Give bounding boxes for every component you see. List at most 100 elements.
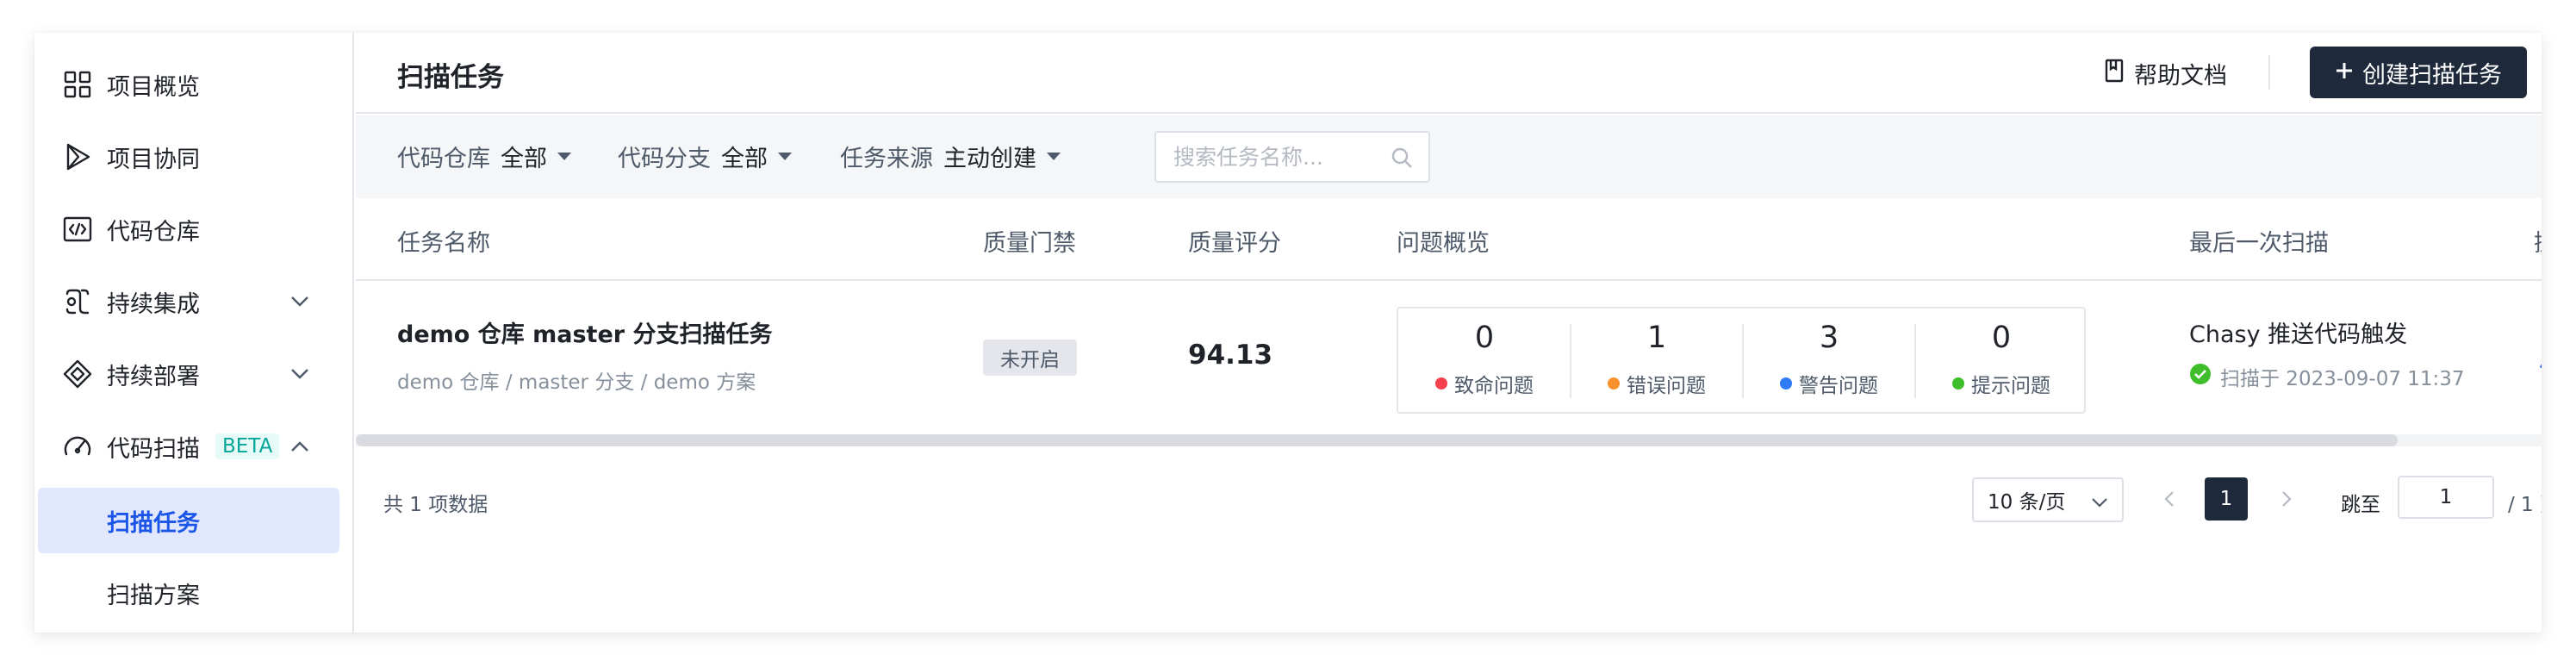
issue-label-wrap: 错误问题: [1571, 369, 1743, 398]
chevron-up-icon[interactable]: [284, 431, 315, 462]
caret-down-icon: [778, 153, 792, 160]
sidebar: 项目概览 项目协同 代码仓库 持续集成 持续部署 代码扫描 BETA 扫描任务 …: [34, 33, 354, 633]
search-input[interactable]: [1156, 133, 1372, 181]
chevron-down-icon[interactable]: [284, 286, 315, 317]
horizontal-scrollbar[interactable]: [356, 434, 2542, 446]
sidebar-item-repos[interactable]: 代码仓库: [34, 193, 354, 265]
sidebar-item-label: 代码扫描: [107, 435, 200, 463]
sidebar-item-label: 代码仓库: [107, 218, 200, 246]
app-window: 项目概览 项目协同 代码仓库 持续集成 持续部署 代码扫描 BETA 扫描任务 …: [34, 33, 2542, 633]
issue-count: 1: [1646, 321, 1667, 355]
task-path: demo 仓库 / master 分支 / demo 方案: [397, 371, 756, 394]
help-docs-label: 帮助文档: [2134, 63, 2227, 90]
chevron-down-icon[interactable]: [284, 358, 315, 390]
search-icon[interactable]: [1391, 146, 1413, 172]
issue-overview: 0 致命问题 1 错误问题 3 警告问题 0 提示问题: [1397, 307, 2086, 414]
create-scan-task-label: 创建扫描任务: [2362, 61, 2502, 89]
prev-page-button[interactable]: [2156, 486, 2182, 512]
status-dot: [1780, 377, 1792, 390]
issue-error[interactable]: 1 错误问题: [1571, 309, 1743, 412]
table-row[interactable]: demo 仓库 master 分支扫描任务 demo 仓库 / master 分…: [356, 283, 2542, 434]
sidebar-subitem-scan-schemes[interactable]: 扫描方案: [38, 560, 339, 626]
issue-warning[interactable]: 3 警告问题: [1743, 309, 1915, 412]
quality-gate-badge: 未开启: [983, 340, 1077, 376]
status-dot: [1952, 377, 1964, 390]
filter-branch[interactable]: 代码分支 全部: [618, 140, 792, 173]
quality-score: 94.13: [1188, 340, 1273, 371]
beta-badge: BETA: [215, 433, 280, 459]
sidebar-item-collaboration[interactable]: 项目协同: [34, 121, 354, 193]
column-header-actions: 操作: [2534, 224, 2542, 258]
next-page-button[interactable]: [2274, 486, 2299, 512]
issue-label-wrap: 提示问题: [1915, 369, 2088, 398]
issue-fatal[interactable]: 0 致命问题: [1398, 309, 1571, 412]
page-size-value: 10 条/页: [1988, 491, 2066, 514]
deploy-icon: [60, 357, 95, 391]
sidebar-item-label: 持续部署: [107, 363, 200, 390]
page-size-select[interactable]: 10 条/页: [1972, 477, 2124, 522]
filter-source[interactable]: 任务来源 主动创建: [840, 140, 1061, 173]
main-content: 扫描任务 帮助文档 创建扫描任务 代码仓库 全部 代码分支 全部 任务来源 主动…: [356, 33, 2542, 633]
pagination-footer: 共 1 项数据 10 条/页 1 跳至 / 1 页: [356, 472, 2542, 533]
filter-label: 代码仓库: [397, 146, 490, 172]
help-docs-link[interactable]: 帮助文档: [2105, 57, 2227, 90]
book-icon: [2105, 59, 2124, 89]
sidebar-item-ci[interactable]: 持续集成: [34, 265, 354, 338]
sidebar-subitem-label: 扫描方案: [107, 582, 200, 609]
last-scan-trigger: Chasy 推送代码触发: [2189, 321, 2408, 348]
start-scan-link[interactable]: 启动: [2539, 340, 2542, 373]
total-count: 共 1 项数据: [383, 494, 488, 516]
create-scan-task-button[interactable]: 创建扫描任务: [2310, 47, 2527, 98]
success-check-icon: [2189, 363, 2212, 390]
column-header-last-scan: 最后一次扫描: [2189, 230, 2329, 257]
gauge-icon: [60, 429, 95, 464]
page-total: / 1 页: [2508, 494, 2542, 516]
status-dot: [1608, 377, 1620, 390]
status-dot: [1435, 377, 1447, 390]
filter-label: 代码分支: [618, 146, 711, 172]
scrollbar-thumb[interactable]: [356, 434, 2398, 446]
issue-label: 警告问题: [1799, 375, 1878, 397]
jump-page-input[interactable]: [2398, 476, 2494, 519]
caret-down-icon: [1047, 153, 1061, 160]
issue-label: 致命问题: [1454, 375, 1534, 397]
code-icon: [60, 212, 95, 246]
filter-label: 任务来源: [840, 146, 933, 172]
issue-label: 错误问题: [1627, 375, 1706, 397]
scan-time-wrap: 扫描于 2023-09-07 11:37: [2189, 362, 2465, 391]
page-header: 扫描任务 帮助文档 创建扫描任务: [356, 33, 2542, 114]
column-header-task-name: 任务名称: [397, 230, 490, 257]
caret-down-icon: [557, 153, 571, 160]
issue-count: 0: [1474, 321, 1495, 355]
sidebar-subitem-label: 扫描任务: [107, 509, 200, 537]
scan-time: 扫描于 2023-09-07 11:37: [2220, 368, 2465, 390]
header-divider: [2268, 55, 2270, 90]
search-box: [1154, 131, 1430, 183]
sidebar-item-label: 项目概览: [107, 73, 200, 101]
issue-count: 0: [1991, 321, 2012, 355]
issue-label-wrap: 警告问题: [1743, 369, 1915, 398]
issue-count: 3: [1819, 321, 1839, 355]
issue-label: 提示问题: [1971, 375, 2050, 397]
sidebar-item-cd[interactable]: 持续部署: [34, 338, 354, 410]
column-header-quality-score: 质量评分: [1188, 230, 1281, 257]
issue-label-wrap: 致命问题: [1398, 369, 1571, 398]
sidebar-item-overview[interactable]: 项目概览: [34, 48, 354, 121]
sidebar-item-label: 持续集成: [107, 290, 200, 318]
column-header-quality-gate: 质量门禁: [983, 230, 1076, 257]
jump-label: 跳至: [2341, 494, 2380, 516]
sidebar-subitem-scan-tasks[interactable]: 扫描任务: [38, 488, 339, 553]
issue-hint[interactable]: 0 提示问题: [1915, 309, 2088, 412]
page-number-current[interactable]: 1: [2205, 477, 2248, 521]
sidebar-item-code-scan[interactable]: 代码扫描 BETA: [34, 410, 354, 483]
filter-repo[interactable]: 代码仓库 全部: [397, 140, 571, 173]
filter-value: 全部: [501, 146, 547, 172]
filter-value: 主动创建: [943, 146, 1036, 172]
task-name[interactable]: demo 仓库 master 分支扫描任务: [397, 315, 772, 349]
page-title: 扫描任务: [397, 62, 504, 93]
chevron-down-icon: [2091, 491, 2108, 514]
sidebar-item-label: 项目协同: [107, 146, 200, 173]
ci-loop-icon: [60, 284, 95, 319]
grid-icon: [60, 67, 95, 102]
table-header: 任务名称 质量门禁 质量评分 问题概览 最后一次扫描 操作: [356, 198, 2542, 281]
